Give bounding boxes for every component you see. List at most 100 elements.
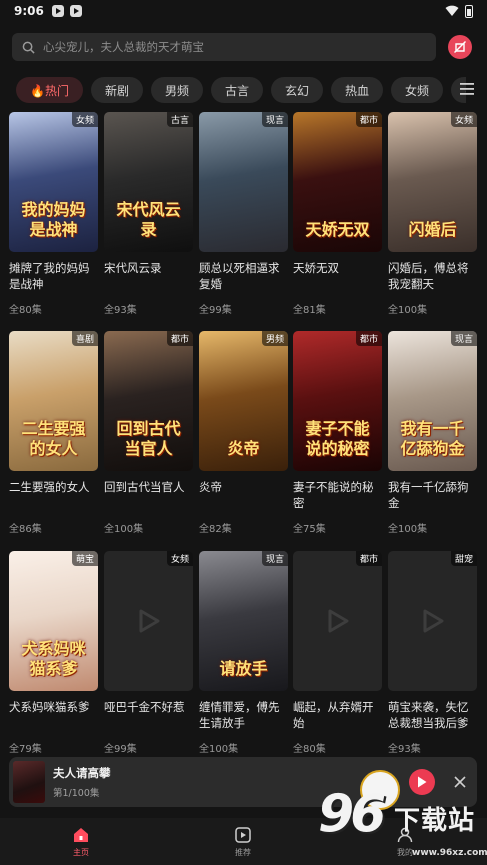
drama-poster[interactable]: 请放手 现言	[199, 551, 288, 691]
poster-title-art: 我有一千亿舔狗金	[400, 419, 465, 458]
drama-card[interactable]: 现言顾总以死相逼求复婚全99集	[199, 112, 288, 316]
genre-badge: 女频	[71, 112, 98, 127]
drama-poster[interactable]: 我的妈妈是战神 女频	[9, 112, 98, 252]
drama-title[interactable]: 摊牌了我的妈妈是战神	[9, 260, 98, 292]
drama-title[interactable]: 缠情罪爱，傅先生请放手	[199, 699, 288, 731]
battery-icon	[465, 4, 473, 18]
drama-poster[interactable]: 妻子不能说的秘密 都市	[293, 331, 382, 471]
drama-title[interactable]: 二生要强的女人	[9, 479, 98, 511]
nav-home[interactable]: 主页	[0, 818, 162, 865]
episode-count: 全86集	[9, 524, 42, 535]
search-placeholder: 心尖宠儿，夫人总裁的天才萌宝	[43, 40, 204, 54]
drama-title[interactable]: 崛起，从弃婿开始	[293, 699, 382, 731]
drama-card[interactable]: 天娇无双 都市天娇无双全81集	[293, 112, 382, 316]
drama-title[interactable]: 顾总以死相逼求复婚	[199, 260, 288, 292]
video-icon	[235, 826, 251, 843]
drama-card[interactable]: 都市崛起，从弃婿开始全80集	[293, 551, 382, 755]
tab-item[interactable]: 男频	[150, 77, 203, 103]
mini-player-title: 夫人请高攀	[53, 766, 111, 780]
drama-poster[interactable]: 都市	[293, 551, 382, 691]
drama-card[interactable]: 女频 哑巴千金不好惹 全99集	[104, 551, 193, 755]
watermark-brand: 96	[318, 784, 386, 844]
drama-card[interactable]: 宋代风云录 古言 宋代风云录 全93集	[104, 112, 193, 316]
genre-badge: 都市	[355, 331, 382, 346]
search-icon	[22, 41, 35, 54]
wifi-icon	[445, 5, 459, 16]
notification-app-icon	[51, 5, 64, 17]
episode-count: 全80集	[293, 744, 326, 755]
drama-title[interactable]: 妻子不能说的秘密	[293, 479, 382, 511]
home-icon	[74, 827, 88, 842]
poster-title-art: 妻子不能说的秘密	[305, 419, 370, 458]
tab-item[interactable]: 热血	[331, 77, 384, 103]
status-bar: 9:06	[0, 0, 487, 22]
notification-app-icon	[69, 5, 82, 17]
play-placeholder-icon	[328, 609, 349, 633]
poster-title-art: 二生要强的女人	[21, 419, 86, 458]
drama-title[interactable]: 回到古代当官人	[104, 479, 193, 511]
poster-title-art: 请放手	[219, 659, 268, 678]
drama-poster[interactable]: 现言	[199, 112, 288, 252]
drama-title[interactable]: 天娇无双	[293, 260, 382, 292]
status-time: 9:06	[14, 4, 44, 18]
drama-poster[interactable]: 闪婚后 女频	[388, 112, 477, 252]
drama-poster[interactable]: 天娇无双 都市	[293, 112, 382, 252]
genre-badge: 都市	[355, 112, 382, 127]
drama-card[interactable]: 我有一千亿舔狗金 现言我有一千亿舔狗金全100集	[388, 331, 477, 535]
tab-item[interactable]: 玄幻	[271, 77, 324, 103]
menu-icon[interactable]	[460, 83, 474, 95]
play-placeholder-icon	[139, 609, 160, 633]
episode-count: 全80集	[9, 305, 42, 316]
ad-free-button[interactable]	[448, 35, 472, 59]
mini-player-cover[interactable]	[13, 761, 45, 803]
poster-title-art: 我的妈妈是战神	[21, 200, 86, 239]
genre-badge: 女频	[166, 551, 193, 566]
poster-title-art: 宋代风云录	[116, 200, 181, 239]
drama-poster[interactable]: 犬系妈咪猫系爹 萌宝	[9, 551, 98, 691]
genre-badge: 喜剧	[71, 331, 98, 346]
category-tabs: 🔥热门新剧男频古言玄幻热血女频都	[16, 77, 466, 103]
watermark-name: 下载站	[394, 806, 476, 836]
tab-item[interactable]: 古言	[210, 77, 263, 103]
drama-card[interactable]: 二生要强的女人 喜剧二生要强的女人全86集	[9, 331, 98, 535]
drama-title[interactable]: 哑巴千金不好惹	[104, 699, 193, 731]
drama-poster[interactable]: 女频	[104, 551, 193, 691]
drama-poster[interactable]: 回到古代当官人 都市	[104, 331, 193, 471]
tab-item[interactable]: 新剧	[90, 77, 143, 103]
drama-card[interactable]: 闪婚后 女频 闪婚后，傅总将我宠翻天 全100集	[388, 112, 477, 316]
drama-card[interactable]: 犬系妈咪猫系爹 萌宝犬系妈咪猫系爹全79集	[9, 551, 98, 755]
drama-poster[interactable]: 二生要强的女人 喜剧	[9, 331, 98, 471]
poster-title-art: 回到古代当官人	[116, 419, 181, 458]
search-bar: 心尖宠儿，夫人总裁的天才萌宝	[12, 33, 477, 61]
drama-title[interactable]: 宋代风云录	[104, 260, 193, 292]
nav-recommend[interactable]: 推荐	[162, 818, 324, 865]
drama-card[interactable]: 甜宠萌宝来袭，失忆总裁想当我后爹全93集	[388, 551, 477, 755]
drama-card[interactable]: 妻子不能说的秘密 都市 妻子不能说的秘密 全75集	[293, 331, 382, 535]
watermark-url: www.96xz.com	[412, 848, 487, 858]
drama-card[interactable]: 请放手 现言 缠情罪爱，傅先生请放手 全100集	[199, 551, 288, 755]
drama-poster[interactable]: 宋代风云录 古言	[104, 112, 193, 252]
genre-badge: 古言	[166, 112, 193, 127]
drama-poster[interactable]: 炎帝 男频	[199, 331, 288, 471]
drama-title[interactable]: 炎帝	[199, 479, 288, 511]
episode-count: 全93集	[388, 744, 421, 755]
drama-poster[interactable]: 甜宠	[388, 551, 477, 691]
tab-item[interactable]: 🔥热门	[16, 77, 83, 103]
genre-badge: 现言	[450, 331, 477, 346]
episode-count: 全81集	[293, 305, 326, 316]
episode-count: 全99集	[199, 305, 232, 316]
drama-poster[interactable]: 我有一千亿舔狗金 现言	[388, 331, 477, 471]
drama-card[interactable]: 炎帝 男频 炎帝 全82集	[199, 331, 288, 535]
genre-badge: 男频	[261, 331, 288, 346]
drama-title[interactable]: 萌宝来袭，失忆总裁想当我后爹	[388, 699, 477, 731]
watermark-logo: 96 下载站 www.96xz.com	[312, 770, 487, 865]
episode-count: 全79集	[9, 744, 42, 755]
drama-card[interactable]: 我的妈妈是战神 女频摊牌了我的妈妈是战神全80集	[9, 112, 98, 316]
episode-count: 全100集	[388, 524, 428, 535]
tab-item[interactable]: 女频	[391, 77, 444, 103]
search-input[interactable]: 心尖宠儿，夫人总裁的天才萌宝	[12, 33, 436, 61]
drama-title[interactable]: 犬系妈咪猫系爹	[9, 699, 98, 731]
drama-title[interactable]: 我有一千亿舔狗金	[388, 479, 477, 511]
drama-card[interactable]: 回到古代当官人 都市 回到古代当官人 全100集	[104, 331, 193, 535]
drama-title[interactable]: 闪婚后，傅总将我宠翻天	[388, 260, 477, 292]
